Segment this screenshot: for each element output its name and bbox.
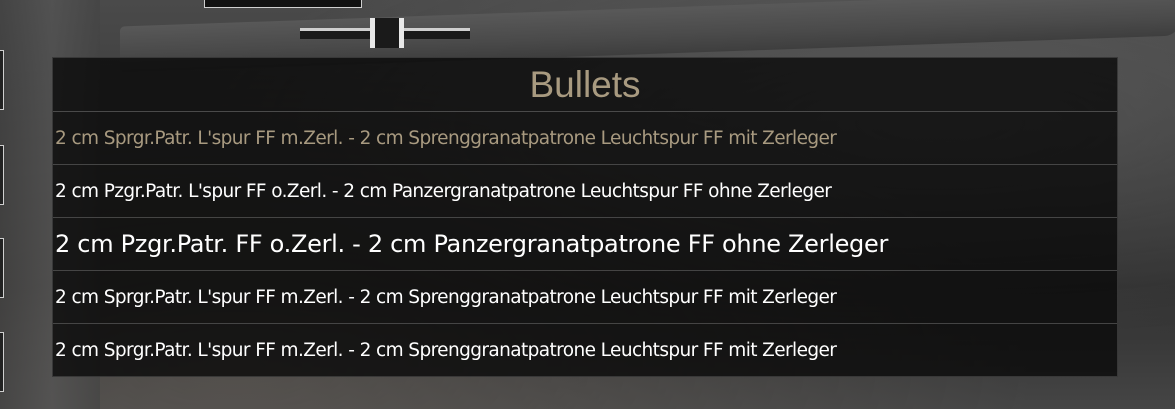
bullets-selection-panel: Bullets 2 cm Sprgr.Patr. L'spur FF m.Zer… <box>52 57 1118 377</box>
bullet-option-2[interactable]: 2 cm Pzgr.Patr. L'spur FF o.Zerl. - 2 cm… <box>53 165 1117 218</box>
side-menu-button-1[interactable] <box>0 50 4 110</box>
bullet-option-4[interactable]: 2 cm Sprgr.Patr. L'spur FF m.Zerl. - 2 c… <box>53 271 1117 324</box>
top-menu-button[interactable] <box>204 0 362 8</box>
side-menu-button-4[interactable] <box>0 332 4 392</box>
bullet-option-5[interactable]: 2 cm Sprgr.Patr. L'spur FF m.Zerl. - 2 c… <box>53 324 1117 377</box>
bullet-option-3[interactable]: 2 cm Pzgr.Patr. FF o.Zerl. - 2 cm Panzer… <box>53 218 1117 271</box>
bullet-option-1[interactable]: 2 cm Sprgr.Patr. L'spur FF m.Zerl. - 2 c… <box>53 112 1117 165</box>
side-menu-button-2[interactable] <box>0 145 4 205</box>
wing-cross-insignia <box>300 18 470 48</box>
side-menu-button-3[interactable] <box>0 238 4 298</box>
panel-title: Bullets <box>53 58 1117 112</box>
